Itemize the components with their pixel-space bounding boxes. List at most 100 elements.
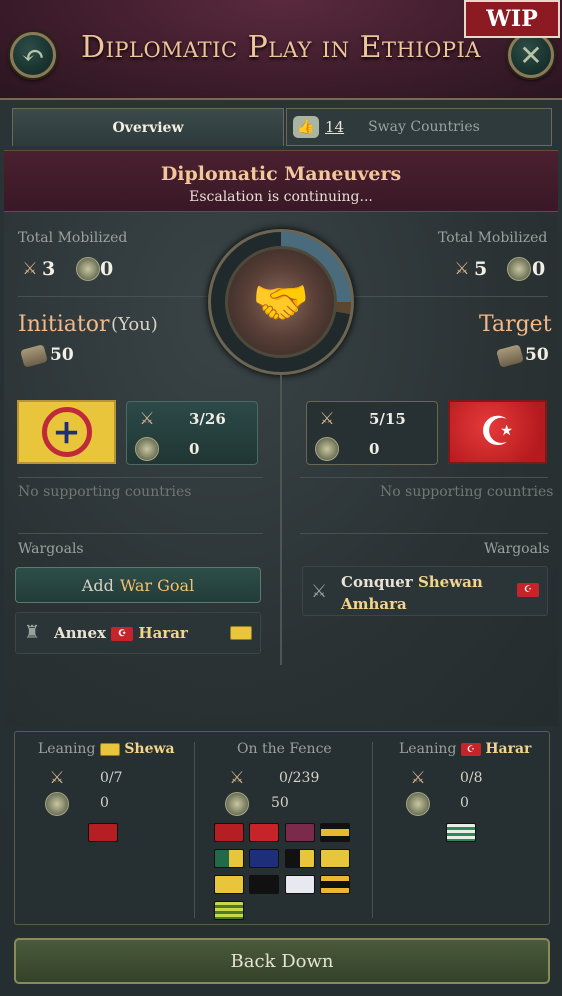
wargoal-annex-text: Annex ☪ Harar xyxy=(54,624,188,642)
on-the-fence-header: On the Fence xyxy=(237,741,332,757)
maneuvers-banner: Diplomatic Maneuvers Escalation is conti… xyxy=(4,150,558,212)
country-flag[interactable] xyxy=(285,823,315,842)
country-flag[interactable] xyxy=(285,849,315,868)
country-flag[interactable] xyxy=(320,875,350,894)
medal-icon xyxy=(406,792,430,816)
escalation-meter: 🤝 xyxy=(208,229,354,375)
shewa-mini-flag xyxy=(99,742,120,756)
maneuvers-title: Diplomatic Maneuvers xyxy=(160,163,402,185)
country-flag[interactable] xyxy=(214,823,244,842)
target-troops: 5/15 xyxy=(369,410,406,428)
target-label: Target xyxy=(479,312,552,337)
leaning-right-header: Leaning ☪ Harar xyxy=(399,741,531,757)
country-flag[interactable] xyxy=(214,875,244,894)
ethiopia-flag[interactable]: + xyxy=(17,400,116,464)
initiator-mobilized-label: Total Mobilized xyxy=(18,230,128,246)
leaning-left-generals: 0 xyxy=(100,795,109,811)
initiator-no-support: No supporting countries xyxy=(18,484,192,500)
harar-mini-flag: ☪ xyxy=(460,742,481,756)
sway-count: 14 xyxy=(325,118,345,136)
tab-sway-countries[interactable]: 👍 14 Sway Countries xyxy=(286,108,552,146)
add-war-highlight: War Goal xyxy=(119,575,195,595)
wargoal-action: Annex xyxy=(54,624,106,642)
country-flag[interactable] xyxy=(446,823,476,842)
initiator-mobilized-generals: 0 xyxy=(100,258,114,280)
back-down-button[interactable]: Back Down xyxy=(14,938,550,984)
thumbs-up-icon: 👍 xyxy=(293,116,319,138)
add-war-prefix: Add xyxy=(81,575,114,595)
country-flag[interactable] xyxy=(320,849,350,868)
wargoal-target: Harar xyxy=(138,624,188,642)
close-icon[interactable]: ✕ xyxy=(508,32,554,78)
medal-icon xyxy=(225,792,249,816)
country-flag[interactable] xyxy=(88,823,118,842)
leaning-right-troops: 0/8 xyxy=(460,770,483,786)
medal-icon xyxy=(45,792,69,816)
divider xyxy=(18,533,263,534)
target-mobilized-troops: 5 xyxy=(474,258,488,280)
target-mobilized-label: Total Mobilized xyxy=(438,230,548,246)
initiator-wargoals-label: Wargoals xyxy=(18,541,84,557)
conquer-icon: ⚔ xyxy=(311,581,328,602)
medal-icon xyxy=(507,257,531,281)
medal-icon xyxy=(315,437,339,461)
fence-troops: 0/239 xyxy=(279,770,320,786)
country-flag[interactable] xyxy=(214,901,244,920)
wargoal-conquer-text: Conquer Shewan Amhara xyxy=(341,571,483,615)
leaning-country: Shewa xyxy=(124,741,175,757)
medal-icon xyxy=(76,257,100,281)
divider xyxy=(300,477,548,478)
rifle-icon: ⚔ xyxy=(410,768,426,788)
initiator-label: Initiator xyxy=(18,312,110,337)
harar-flag[interactable]: ☪ xyxy=(448,400,547,464)
leaning-left-troops: 0/7 xyxy=(100,770,123,786)
tab-sway-label: Sway Countries xyxy=(368,119,480,135)
header: ↶ Diplomatic Play in Ethiopia ✕ WIP xyxy=(0,0,562,100)
wargoal-action: Conquer xyxy=(341,573,413,591)
wip-badge: WIP xyxy=(464,0,560,38)
diplomatic-play-panel: ↶ Diplomatic Play in Ethiopia ✕ WIP Over… xyxy=(0,0,562,996)
medal-icon xyxy=(135,437,159,461)
leaning-left-header: Leaning Shewa xyxy=(38,741,175,757)
wargoal-target-1: Shewan xyxy=(417,573,483,591)
rifle-icon: ⚔ xyxy=(22,259,38,279)
wargoal-annex-row[interactable]: ♜ Annex ☪ Harar xyxy=(15,612,261,654)
target-mobilized-generals: 0 xyxy=(532,258,546,280)
initiator-money: 50 xyxy=(50,345,74,365)
leaning-label: Leaning xyxy=(399,741,457,757)
divider xyxy=(372,742,373,918)
country-flag[interactable] xyxy=(249,849,279,868)
handshake-icon: 🤝 xyxy=(252,274,310,329)
target-no-support: No supporting countries xyxy=(380,484,554,500)
annex-icon: ♜ xyxy=(24,622,41,643)
initiator-stat-box: ⚔ 3/26 0 xyxy=(126,401,258,465)
target-money: 50 xyxy=(525,345,549,365)
divider xyxy=(18,477,263,478)
rifle-icon: ⚔ xyxy=(319,409,335,429)
you-label: (You) xyxy=(111,314,158,335)
divider xyxy=(300,533,548,534)
leaning-label: Leaning xyxy=(38,741,96,757)
rifle-icon: ⚔ xyxy=(139,409,155,429)
initiator-mobilized-troops: 3 xyxy=(42,258,56,280)
handshake-emblem: 🤝 xyxy=(225,246,337,358)
country-flag[interactable] xyxy=(249,875,279,894)
add-war-goal-button[interactable]: Add War Goal xyxy=(15,567,261,603)
harar-mini-flag: ☪ xyxy=(111,627,134,641)
country-flag[interactable] xyxy=(214,849,244,868)
country-flag[interactable] xyxy=(285,875,315,894)
maneuvers-subtitle: Escalation is continuing... xyxy=(189,189,373,205)
country-flag[interactable] xyxy=(320,823,350,842)
leaning-right-generals: 0 xyxy=(460,795,469,811)
center-divider xyxy=(280,375,282,665)
rifle-icon: ⚔ xyxy=(49,768,65,788)
fence-generals: 50 xyxy=(271,795,289,811)
leaning-country: Harar xyxy=(485,741,532,757)
ethiopia-mini-flag xyxy=(230,626,252,640)
harar-mini-flag: ☪ xyxy=(517,583,539,597)
tab-overview[interactable]: Overview xyxy=(12,108,284,146)
wargoal-conquer-row[interactable]: ⚔ Conquer Shewan Amhara ☪ xyxy=(302,566,548,616)
initiator-troops: 3/26 xyxy=(189,410,226,428)
rifle-icon: ⚔ xyxy=(454,259,470,279)
country-flag[interactable] xyxy=(249,823,279,842)
